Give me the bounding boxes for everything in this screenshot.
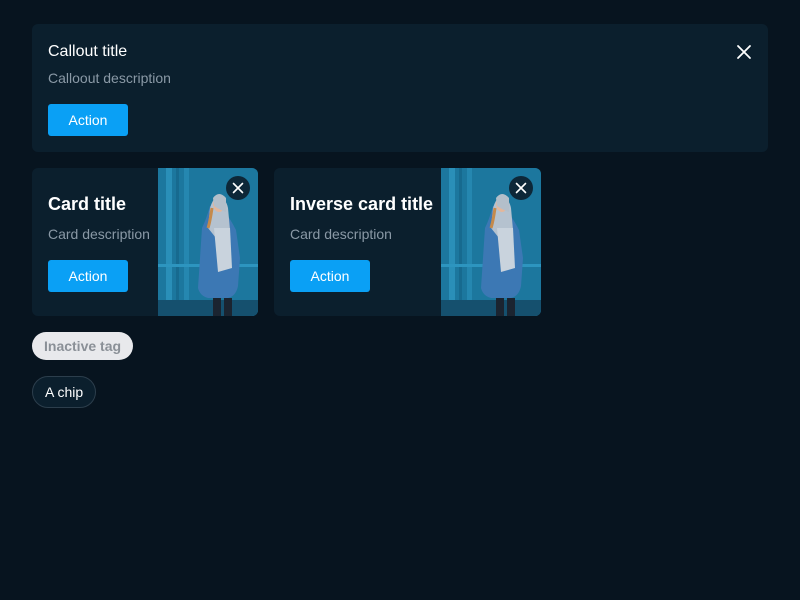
callout-description: Calloout description	[48, 70, 171, 86]
card-title: Inverse card title	[290, 194, 434, 214]
card-title: Card title	[48, 194, 127, 214]
card-action-button[interactable]: Action	[48, 260, 128, 292]
card-description: Card description	[290, 226, 392, 242]
card-action-button[interactable]: Action	[290, 260, 370, 292]
inactive-tag: Inactive tag	[32, 332, 134, 360]
card-image	[441, 168, 541, 316]
card-description: Card description	[48, 226, 150, 242]
chip[interactable]: A chip	[32, 376, 97, 408]
callout-close-button[interactable]	[736, 44, 752, 60]
close-icon	[232, 182, 244, 194]
card-close-button[interactable]	[226, 176, 250, 200]
callout-action-button[interactable]: Action	[48, 104, 128, 136]
inverse-card: Inverse card title Card description Acti…	[274, 168, 541, 316]
callout: Callout title Calloout description Actio…	[32, 24, 768, 152]
callout-title: Callout title	[48, 43, 128, 60]
card-close-button[interactable]	[509, 176, 533, 200]
card-image	[158, 168, 258, 316]
close-icon	[737, 45, 751, 59]
close-icon	[515, 182, 527, 194]
card: Card title Card description Action	[32, 168, 258, 316]
